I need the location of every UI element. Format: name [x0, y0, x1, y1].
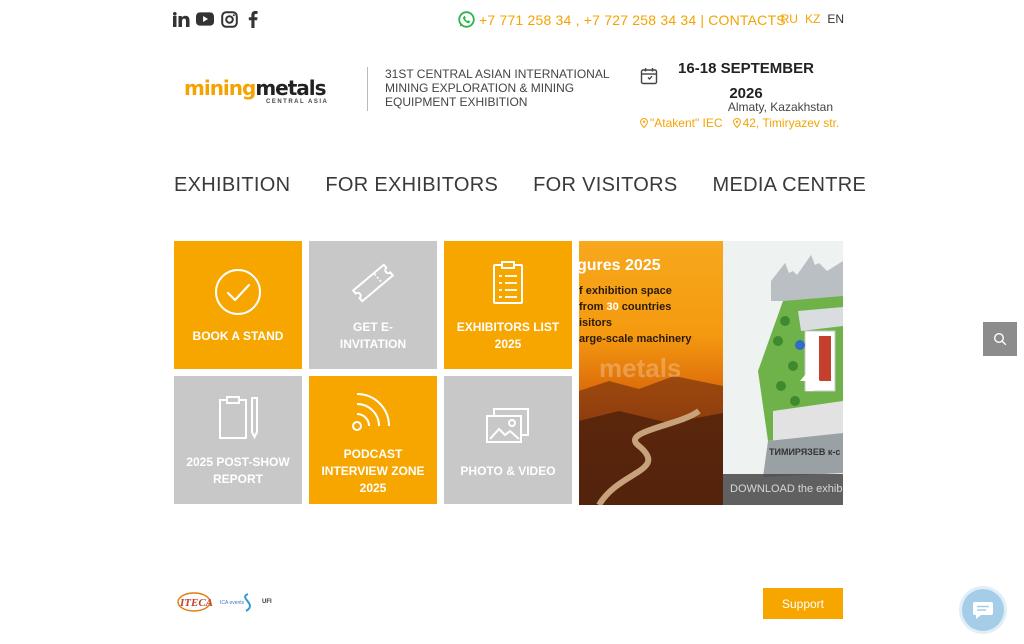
partner-logo-image: ITECA ICA events UFI — [177, 592, 272, 612]
exhibition-city: Almaty, Kazakhstan — [727, 100, 833, 114]
exhibition-map-banner[interactable]: ТИМИРЯЗЕВ к-с DOWNLOAD the exhib — [723, 241, 843, 505]
exhibition-tagline: 31ST CENTRAL ASIAN INTERNATIONAL MINING … — [385, 67, 610, 109]
contacts-separator: | — [700, 11, 705, 28]
phone-numbers[interactable]: +7 771 258 34 , +7 727 258 34 34 — [479, 12, 696, 28]
nav-media-centre[interactable]: MEDIA CENTRE — [712, 174, 866, 197]
nav-for-exhibitors[interactable]: FOR EXHIBITORS — [325, 174, 498, 197]
gallery-icon — [486, 407, 529, 443]
linkedin-icon[interactable] — [172, 10, 190, 28]
tile-label: 2025 POST-SHOW REPORT — [186, 455, 290, 486]
header-divider — [367, 67, 368, 111]
tile-book-a-stand[interactable]: BOOK A STAND — [174, 241, 302, 369]
search-icon — [993, 332, 1007, 346]
tile-post-show-report[interactable]: 2025 POST-SHOW REPORT — [174, 376, 302, 504]
side-search-button[interactable] — [983, 322, 1017, 356]
whatsapp-icon[interactable] — [458, 11, 475, 28]
contacts-link[interactable]: CONTACTS — [708, 12, 786, 28]
venue-map-image — [758, 255, 843, 477]
chat-widget-button[interactable] — [962, 589, 1004, 631]
social-links — [172, 10, 262, 28]
figure-line-3: isitors — [579, 317, 613, 329]
calendar-icon — [640, 67, 658, 85]
tile-podcast-interview-zone[interactable]: PODCAST INTERVIEW ZONE 2025 — [309, 376, 437, 504]
figure-text: from — [579, 301, 607, 313]
partner-logos: ITECA ICA events UFI — [176, 590, 296, 614]
main-nav: EXHIBITION FOR EXHIBITORS FOR VISITORS M… — [174, 174, 866, 197]
broadcast-icon — [352, 392, 390, 431]
figure-line-1: f exhibition space — [579, 285, 672, 297]
tile-label: GET E-INVITATION — [339, 320, 407, 351]
logo-subtitle: CENTRAL ASIA — [266, 99, 329, 105]
map-street-label: ТИМИРЯЗЕВ к-с — [769, 447, 841, 457]
tile-label: PHOTO & VIDEO — [460, 463, 556, 478]
support-button[interactable]: Support — [763, 588, 843, 619]
lang-en[interactable]: EN — [827, 12, 844, 26]
language-switcher: RU KZ EN — [781, 12, 844, 26]
figure-text: countries — [618, 301, 672, 313]
clipboard-list-icon — [493, 261, 523, 304]
figure-line-4: arge-scale machinery — [579, 333, 692, 345]
figures-heading: gures 2025 — [579, 257, 661, 274]
tile-exhibitors-list[interactable]: EXHIBITORS LIST 2025 — [444, 241, 572, 369]
logo-metals: metals — [255, 76, 326, 100]
location-pin-icon — [732, 118, 741, 128]
venue-address: 42, Timiryazev str. — [742, 116, 840, 130]
tile-label: PODCAST INTERVIEW ZONE 2025 — [321, 446, 425, 495]
figure-number: 30 — [606, 301, 619, 313]
logo-ufi: UFI — [262, 599, 272, 605]
instagram-icon[interactable] — [220, 10, 238, 28]
banner-watermark: metals — [599, 353, 682, 383]
nav-for-visitors[interactable]: FOR VISITORS — [533, 174, 677, 197]
nav-exhibition[interactable]: EXHIBITION — [174, 174, 290, 197]
tile-label: EXHIBITORS LIST 2025 — [456, 320, 560, 351]
venue-name: "Atakent" IEC — [650, 116, 723, 130]
top-bar: +7 771 258 34 , +7 727 258 34 34 | CONTA… — [172, 8, 844, 30]
venue-link[interactable]: "Atakent" IEC — [640, 116, 723, 130]
logo-ica: ICA events — [220, 600, 245, 606]
site-logo[interactable]: miningmetals CENTRAL ASIA — [184, 76, 336, 106]
facebook-icon[interactable] — [244, 10, 262, 28]
tile-get-e-invitation[interactable]: GET E-INVITATION — [309, 241, 437, 369]
location-pin-icon — [640, 118, 648, 128]
figure-line-2: from 30 countries — [579, 301, 671, 313]
logo-iteca: ITECA — [179, 597, 213, 609]
lang-kz[interactable]: KZ — [805, 12, 820, 26]
logo-mining: mining — [184, 76, 256, 100]
figures-banner[interactable]: gures 2025 f exhibition space from 30 co… — [579, 241, 723, 505]
report-clipboard-icon — [219, 396, 258, 440]
chat-bubble-icon — [973, 602, 993, 619]
tile-label: BOOK A STAND — [192, 328, 284, 343]
check-circle-icon — [215, 268, 261, 315]
tile-photo-video[interactable]: PHOTO & VIDEO — [444, 376, 572, 504]
exhibition-dates: 16-18 SEPTEMBER 2026 — [672, 56, 820, 106]
venue-info: "Atakent" IEC 42, Timiryazev str. — [640, 116, 839, 130]
date-line: 16-18 SEPTEMBER — [678, 60, 814, 77]
download-map-link[interactable]: DOWNLOAD the exhib — [723, 474, 843, 505]
youtube-icon[interactable] — [196, 10, 214, 28]
lang-ru[interactable]: RU — [781, 12, 798, 26]
contacts-block: +7 771 258 34 , +7 727 258 34 34 | CONTA… — [458, 11, 786, 28]
site-header: miningmetals CENTRAL ASIA 31ST CENTRAL A… — [172, 60, 844, 134]
ticket-icon — [351, 263, 395, 303]
address-link[interactable]: 42, Timiryazev str. — [732, 116, 840, 130]
